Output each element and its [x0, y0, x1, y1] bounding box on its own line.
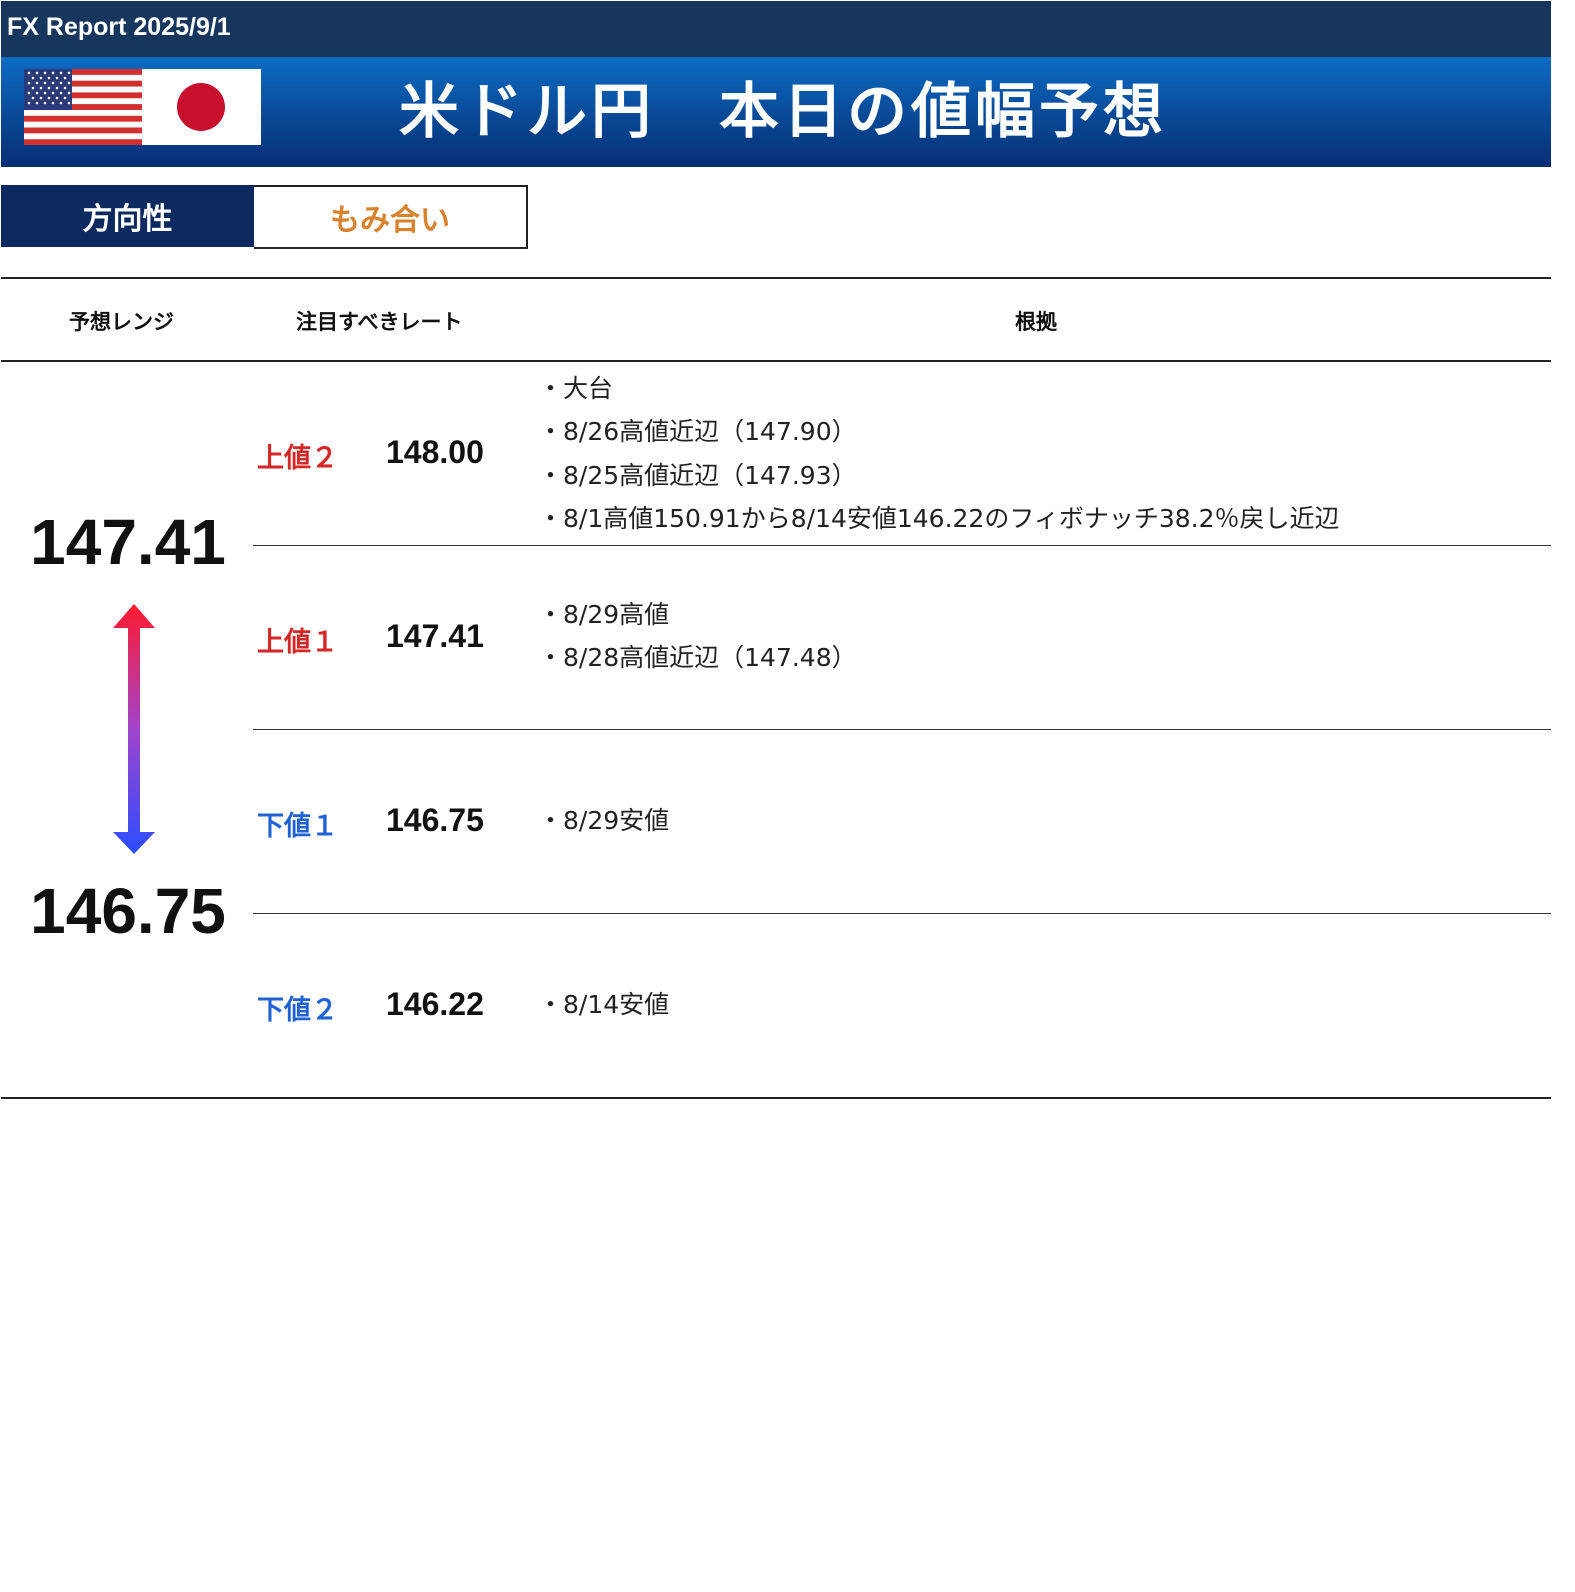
reason-item: ・8/29高値	[538, 600, 670, 629]
level-row-upper-1: 上値１ 147.41 ・8/29高値 ・8/28高値近辺（147.48）	[253, 546, 1551, 730]
us-flag	[24, 69, 142, 145]
level-label: 上値２	[257, 443, 338, 474]
page-title: 米ドル円 本日の値幅予想	[399, 77, 1167, 147]
reason-item: ・8/14安値	[538, 990, 670, 1019]
range-double-arrow-icon	[113, 604, 155, 854]
level-label: 下値１	[257, 811, 338, 842]
level-row-upper-2: 上値２ 148.00 ・大台 ・8/26高値近辺（147.90） ・8/25高値…	[253, 362, 1551, 546]
table-bottom-rule	[1, 1097, 1551, 1099]
range-low-value: 146.75	[30, 875, 226, 947]
level-rate: 147.41	[386, 618, 484, 654]
level-reasons: ・8/14安値	[538, 983, 669, 1026]
reason-item: ・8/26高値近辺（147.90）	[538, 417, 857, 447]
level-label: 上値１	[257, 627, 338, 658]
level-row-lower-2: 下値２ 146.22 ・8/14安値	[253, 914, 1551, 1098]
level-label: 下値２	[257, 995, 338, 1026]
level-rate: 146.22	[386, 986, 484, 1022]
level-rate: 146.75	[386, 802, 484, 838]
japan-flag	[142, 69, 261, 145]
level-reasons: ・8/29安値	[538, 799, 669, 842]
column-header-reason: 根拠	[1015, 310, 1057, 334]
range-high-value: 147.41	[30, 506, 226, 578]
report-header-bar: FX Report 2025/9/1	[1, 1, 1551, 57]
us-japan-flags	[24, 69, 261, 145]
direction-value: もみ合い	[254, 185, 528, 249]
table-top-rule	[1, 277, 1551, 279]
reason-item: ・大台	[538, 374, 614, 403]
column-header-range: 予想レンジ	[69, 310, 174, 334]
level-reasons: ・8/29高値 ・8/28高値近辺（147.48）	[538, 593, 857, 680]
reason-item: ・8/1高値150.91から8/14安値146.22のフィボナッチ38.2％戻し…	[538, 503, 1340, 533]
reason-item: ・8/28高値近辺（147.48）	[538, 643, 857, 673]
level-rate: 148.00	[386, 434, 484, 470]
reason-item: ・8/25高値近辺（147.93）	[538, 460, 857, 490]
level-row-lower-1: 下値１ 146.75 ・8/29安値	[253, 730, 1551, 914]
level-reasons: ・大台 ・8/26高値近辺（147.90） ・8/25高値近辺（147.93） …	[538, 367, 1340, 540]
title-banner: 米ドル円 本日の値幅予想	[1, 57, 1551, 167]
column-header-rates: 注目すべきレート	[296, 310, 463, 334]
reason-item: ・8/29安値	[538, 806, 670, 835]
direction-label: 方向性	[1, 185, 254, 247]
report-date-label: FX Report 2025/9/1	[7, 13, 231, 41]
